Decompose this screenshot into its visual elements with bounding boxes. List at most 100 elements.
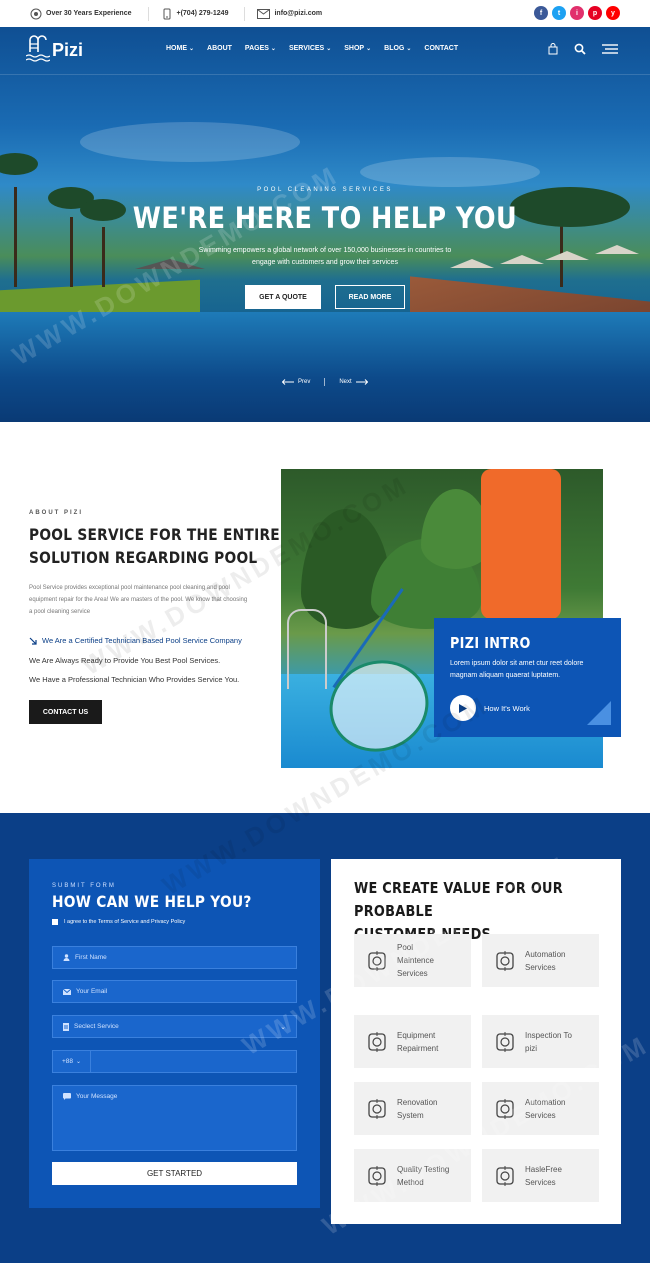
top-bar: Over 30 Years Experience +(704) 279-1249…	[0, 0, 650, 27]
youtube-icon[interactable]: y	[606, 6, 620, 20]
chevron-down-icon: ⌄	[366, 46, 372, 52]
checkbox[interactable]	[52, 919, 58, 925]
nav-item-services[interactable]: SERVICES ⌄	[289, 45, 331, 52]
phone-field[interactable]: +88 ⌄	[52, 1050, 297, 1073]
get-started-button[interactable]: GET STARTED	[52, 1162, 297, 1185]
pinterest-icon[interactable]: p	[588, 6, 602, 20]
document-icon	[63, 1022, 69, 1031]
cloud	[360, 157, 540, 187]
slider-nav: Prev Next	[282, 378, 368, 386]
logo[interactable]: Pizi	[26, 34, 83, 66]
intro-card: PIZI INTRO Lorem ipsum dolor sit amet ct…	[434, 618, 621, 737]
service-card[interactable]: Quality Testing Method	[354, 1149, 471, 1202]
email-field[interactable]: Your Email	[52, 980, 297, 1003]
mail-icon	[257, 8, 271, 19]
service-card[interactable]: Automation Services	[482, 934, 599, 987]
automation-icon	[496, 950, 514, 971]
hasslefree-icon	[496, 1165, 514, 1186]
phone-item[interactable]: +(704) 279-1249	[161, 8, 229, 20]
bag-icon[interactable]	[548, 43, 558, 55]
service-card-label: Quality Testing Method	[397, 1163, 449, 1189]
service-card-text: Automation	[525, 1097, 566, 1107]
nav-item-about[interactable]: ABOUT	[207, 45, 232, 52]
about-point-text: We Are Always Ready to Provide You Best …	[29, 656, 221, 665]
chevron-down-icon: ⌄	[76, 1059, 82, 1065]
service-card-text: Equipment	[397, 1030, 436, 1040]
email-text: info@pizi.com	[274, 10, 323, 17]
hamburger-menu-icon[interactable]	[602, 44, 618, 54]
nav-item-pages[interactable]: PAGES ⌄	[245, 45, 276, 52]
next-button[interactable]: Next	[339, 379, 368, 385]
nav-item-blog[interactable]: BLOG ⌄	[384, 45, 411, 52]
read-more-button[interactable]: READ MORE	[335, 285, 405, 309]
service-card-label: Automation Services	[525, 948, 565, 974]
how-it-works-button[interactable]: How It's Work	[450, 695, 530, 721]
get-quote-button[interactable]: GET A QUOTE	[245, 285, 321, 309]
cloud	[80, 122, 300, 162]
chat-icon	[63, 1093, 71, 1100]
arrow-down-right-icon	[29, 637, 37, 645]
email-item[interactable]: info@pizi.com	[257, 8, 323, 19]
divider	[324, 378, 326, 386]
inspection-icon	[496, 1031, 514, 1052]
social-links: ftipy	[534, 6, 620, 20]
country-code-select[interactable]: +88 ⌄	[53, 1051, 91, 1072]
facebook-icon[interactable]: f	[534, 6, 548, 20]
terms-checkbox[interactable]: I agree to the Terms of Service and Priv…	[52, 919, 297, 925]
play-button[interactable]	[450, 695, 476, 721]
about-point-3: We Have a Professional Technician Who Pr…	[29, 675, 239, 684]
corner-triangle	[587, 701, 611, 725]
service-card-text: Automation	[525, 949, 566, 959]
nav-item-label: BLOG	[384, 45, 405, 52]
form-title: HOW CAN WE HELP YOU?	[52, 892, 252, 911]
service-select[interactable]: Seclect Service ⌄	[52, 1015, 297, 1038]
pool-ladder	[287, 609, 327, 689]
chevron-down-icon: ⌄	[189, 46, 195, 52]
phone-text: +(704) 279-1249	[176, 10, 229, 17]
search-icon[interactable]	[574, 43, 586, 55]
help-form: SUBMIT FORM HOW CAN WE HELP YOU? I agree…	[29, 859, 320, 1208]
service-card-text: Services	[525, 962, 556, 972]
service-card-label: Pool Maintence Services	[397, 941, 434, 980]
first-name-field[interactable]: First Name	[52, 946, 297, 969]
service-card-text: System	[397, 1110, 424, 1120]
prev-button[interactable]: Prev	[282, 379, 310, 385]
twitter-icon[interactable]: t	[552, 6, 566, 20]
service-card-text: Services	[525, 1110, 556, 1120]
service-placeholder: Seclect Service	[74, 1023, 119, 1030]
mail-icon	[63, 988, 71, 995]
chevron-down-icon: ⌄	[280, 1024, 286, 1031]
hero-content: POOL CLEANING SERVICES WE'RE HERE TO HEL…	[0, 187, 650, 309]
message-field[interactable]: Your Message	[52, 1085, 297, 1151]
service-card-label: Inspection To pizi	[525, 1029, 572, 1055]
service-card[interactable]: Renovation System	[354, 1082, 471, 1135]
service-card[interactable]: Automation Services	[482, 1082, 599, 1135]
divider	[147, 6, 149, 21]
email-placeholder: Your Email	[76, 988, 108, 995]
service-card[interactable]: HasleFree Services	[482, 1149, 599, 1202]
helmet-icon	[368, 1031, 386, 1052]
service-card-text: HasleFree	[525, 1164, 562, 1174]
service-card[interactable]: Pool Maintence Services	[354, 934, 471, 987]
service-card-text: Maintence	[397, 956, 434, 965]
menu: HOME ⌄ ABOUT PAGES ⌄ SERVICES ⌄ SHOP ⌄ BLOG ⌄ CONTA…	[166, 45, 458, 52]
service-card[interactable]: Equipment Repairment	[354, 1015, 471, 1068]
chevron-down-icon: ⌄	[406, 46, 412, 52]
nav-item-home[interactable]: HOME ⌄	[166, 45, 194, 52]
arrow-left-icon	[282, 379, 294, 385]
nav-item-label: ABOUT	[207, 45, 232, 52]
contact-us-button[interactable]: CONTACT US	[29, 700, 102, 724]
nav-item-shop[interactable]: SHOP ⌄	[344, 45, 371, 52]
instagram-icon[interactable]: i	[570, 6, 584, 20]
user-icon	[63, 954, 70, 961]
service-card-text: Services	[397, 969, 428, 978]
service-card-text: Quality Testing	[397, 1164, 450, 1174]
nav-item-contact[interactable]: CONTACT	[424, 45, 458, 52]
service-card[interactable]: Inspection To pizi	[482, 1015, 599, 1068]
play-label: How It's Work	[484, 703, 530, 713]
quality-badge-icon	[368, 1165, 386, 1186]
arrow-right-icon	[355, 379, 368, 385]
about-title-line1: POOL SERVICE FOR THE ENTIRE	[29, 525, 280, 544]
pool-ladder-logo-icon	[26, 35, 50, 62]
hero-subtitle: Swimming empowers a global network of ov…	[198, 247, 452, 266]
